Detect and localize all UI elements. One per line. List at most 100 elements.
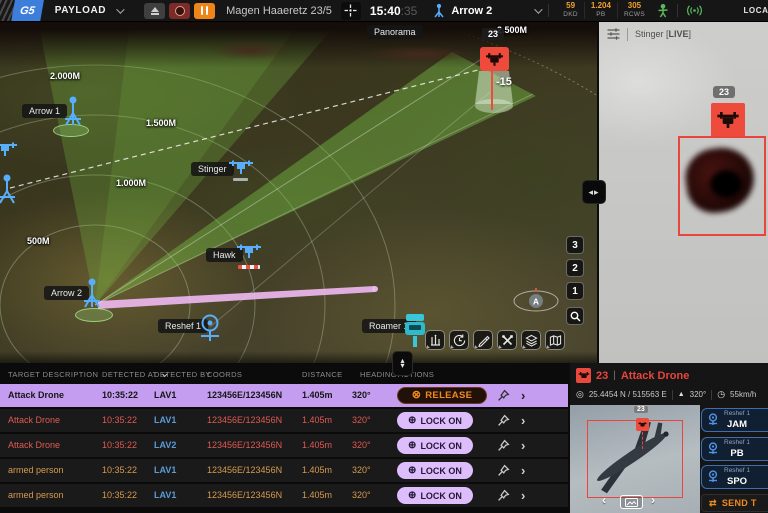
pencil-icon xyxy=(477,334,490,347)
send-to-button[interactable]: ⇄ SEND T xyxy=(701,494,768,512)
row-expand-chevron[interactable]: › xyxy=(521,459,525,482)
pin-icon[interactable] xyxy=(497,464,510,477)
search-icon xyxy=(570,311,581,322)
eject-icon xyxy=(151,7,159,12)
stop-icon xyxy=(175,6,185,16)
video-target-marker xyxy=(636,418,649,431)
selected-unit-dropdown[interactable]: Arrow 2 xyxy=(451,5,492,17)
map-bottom-fade xyxy=(0,351,597,363)
zoom-level-3-button[interactable]: 3 xyxy=(566,236,584,254)
effector-action-label: JAM xyxy=(724,420,750,430)
zoom-level-1-button[interactable]: 1 xyxy=(566,282,584,300)
launch-button[interactable] xyxy=(144,3,165,19)
table-row[interactable]: Attack Drone 10:35:22 LAV2 123456E/12345… xyxy=(0,434,568,457)
feed-target-marker[interactable] xyxy=(711,103,745,137)
table-row[interactable]: armed person 10:35:22 LAV1 123456E/12345… xyxy=(0,459,568,482)
detail-header: 23 | Attack Drone xyxy=(576,368,689,383)
launcher-unit-icon[interactable] xyxy=(81,278,103,310)
lock-on-button[interactable]: ⊕ LOCK ON xyxy=(397,412,473,429)
center-view-button[interactable] xyxy=(341,2,361,20)
chevron-down-icon[interactable] xyxy=(116,5,124,13)
effector-radar-icon xyxy=(707,413,719,427)
pin-icon[interactable] xyxy=(497,439,510,452)
target-video-feed[interactable]: 23 ‹ › xyxy=(570,405,700,513)
row-expand-chevron[interactable]: › xyxy=(521,484,525,507)
arrow-down-icon: ▾ xyxy=(400,364,404,369)
tactical-map[interactable]: Panorama 2.500M 2.000M 1.500M 1.000M 500… xyxy=(0,22,597,363)
col-target-description[interactable]: TARGET DESCRIPTION xyxy=(8,370,98,379)
launcher-unit-icon[interactable] xyxy=(0,174,18,206)
effector-spo-button[interactable]: Reshef 1 SPO xyxy=(701,465,768,489)
col-distance[interactable]: DISTANCE xyxy=(302,370,343,379)
release-icon: ⊗ xyxy=(412,390,422,401)
cell-detected-at: 10:35:22 xyxy=(102,434,137,457)
row-expand-chevron[interactable]: › xyxy=(521,434,525,457)
target-marker[interactable] xyxy=(480,47,509,71)
col-coords[interactable]: COORDS xyxy=(207,370,242,379)
cell-distance: 1.405m xyxy=(302,409,332,432)
map-search-button[interactable] xyxy=(566,307,584,325)
feed-settings-icon[interactable] xyxy=(607,28,620,40)
send-icon: ⇄ xyxy=(709,498,717,509)
video-target-badge: 23 xyxy=(634,406,648,413)
detail-coords: 25.4454 N / 515563 E xyxy=(589,390,667,399)
cell-detected-by: LAV1 xyxy=(154,409,176,432)
target-altitude: -15 xyxy=(496,76,512,88)
history-tool-button[interactable] xyxy=(449,330,469,350)
feed-title: Stinger [LIVE] xyxy=(635,29,691,39)
row-expand-chevron[interactable]: › xyxy=(521,409,525,432)
panel-resize-handle[interactable]: ◂▸ xyxy=(582,180,606,204)
cell-detected-by: LAV1 xyxy=(154,484,176,507)
roamer-vehicle-icon[interactable] xyxy=(403,313,427,351)
pin-icon[interactable] xyxy=(497,389,510,402)
cell-description: armed person xyxy=(8,459,64,482)
draw-tool-button[interactable] xyxy=(473,330,493,350)
row-expand-chevron[interactable]: › xyxy=(521,384,525,407)
effector-jam-button[interactable]: Reshef 1 JAM xyxy=(701,408,768,432)
drone-unit-icon[interactable] xyxy=(236,244,262,260)
cell-distance: 1.405m xyxy=(302,459,332,482)
lock-on-button[interactable]: ⊕ LOCK ON xyxy=(397,462,473,479)
cell-description: armed person xyxy=(8,484,64,507)
lock-on-button[interactable]: ⊕ LOCK ON xyxy=(397,487,473,504)
release-button[interactable]: ⊗ RELEASE xyxy=(397,387,487,404)
lock-on-button[interactable]: ⊕ LOCK ON xyxy=(397,437,473,454)
pin-icon[interactable] xyxy=(497,414,510,427)
cell-description: Attack Drone xyxy=(8,409,60,432)
drone-unit-icon[interactable] xyxy=(0,142,18,158)
layers-button[interactable] xyxy=(521,330,541,350)
compass[interactable]: A xyxy=(512,286,560,314)
payload-menu[interactable]: PAYLOAD xyxy=(55,5,106,16)
map-select-button[interactable] xyxy=(545,330,565,350)
pause-button[interactable] xyxy=(194,3,215,19)
feed-header: Stinger [LIVE] xyxy=(599,22,768,46)
cell-coords: 123456E/123456N xyxy=(207,459,282,482)
cell-coords: 123456E/123456N xyxy=(207,384,282,407)
lock-on-icon: ⊕ xyxy=(408,491,416,501)
cell-distance: 1.405m xyxy=(302,384,333,407)
col-detected-by[interactable]: DETECTED BY xyxy=(154,370,211,379)
next-frame-button[interactable]: › xyxy=(651,493,655,507)
attack-drone-icon xyxy=(485,53,504,66)
image-icon xyxy=(625,498,638,507)
launcher-unit-icon[interactable] xyxy=(62,96,84,128)
tools-button[interactable] xyxy=(497,330,517,350)
unit-label-arrow1[interactable]: Arrow 1 xyxy=(22,104,67,118)
divider xyxy=(672,390,673,400)
cell-heading: 320° xyxy=(352,484,371,507)
emergency-stop-button[interactable] xyxy=(169,3,190,19)
measure-tool-button[interactable] xyxy=(425,330,445,350)
table-row[interactable]: armed person 10:35:22 LAV1 123456E/12345… xyxy=(0,484,568,507)
drone-unit-icon[interactable] xyxy=(228,160,254,176)
pin-icon[interactable] xyxy=(497,489,510,502)
effector-pb-button[interactable]: Reshef 1 PB xyxy=(701,437,768,461)
table-resize-handle[interactable]: ▴ ▾ xyxy=(392,351,413,376)
table-row-selected[interactable]: Attack Drone 10:35:22 LAV1 123456E/12345… xyxy=(0,384,568,407)
table-row[interactable]: Attack Drone 10:35:22 LAV1 123456E/12345… xyxy=(0,409,568,432)
radar-unit-icon[interactable] xyxy=(197,313,223,345)
snapshot-button[interactable] xyxy=(620,495,643,509)
zoom-level-2-button[interactable]: 2 xyxy=(566,259,584,277)
chevron-down-icon[interactable] xyxy=(534,5,542,13)
cell-coords: 123456E/123456N xyxy=(207,434,282,457)
previous-frame-button[interactable]: ‹ xyxy=(602,493,606,507)
